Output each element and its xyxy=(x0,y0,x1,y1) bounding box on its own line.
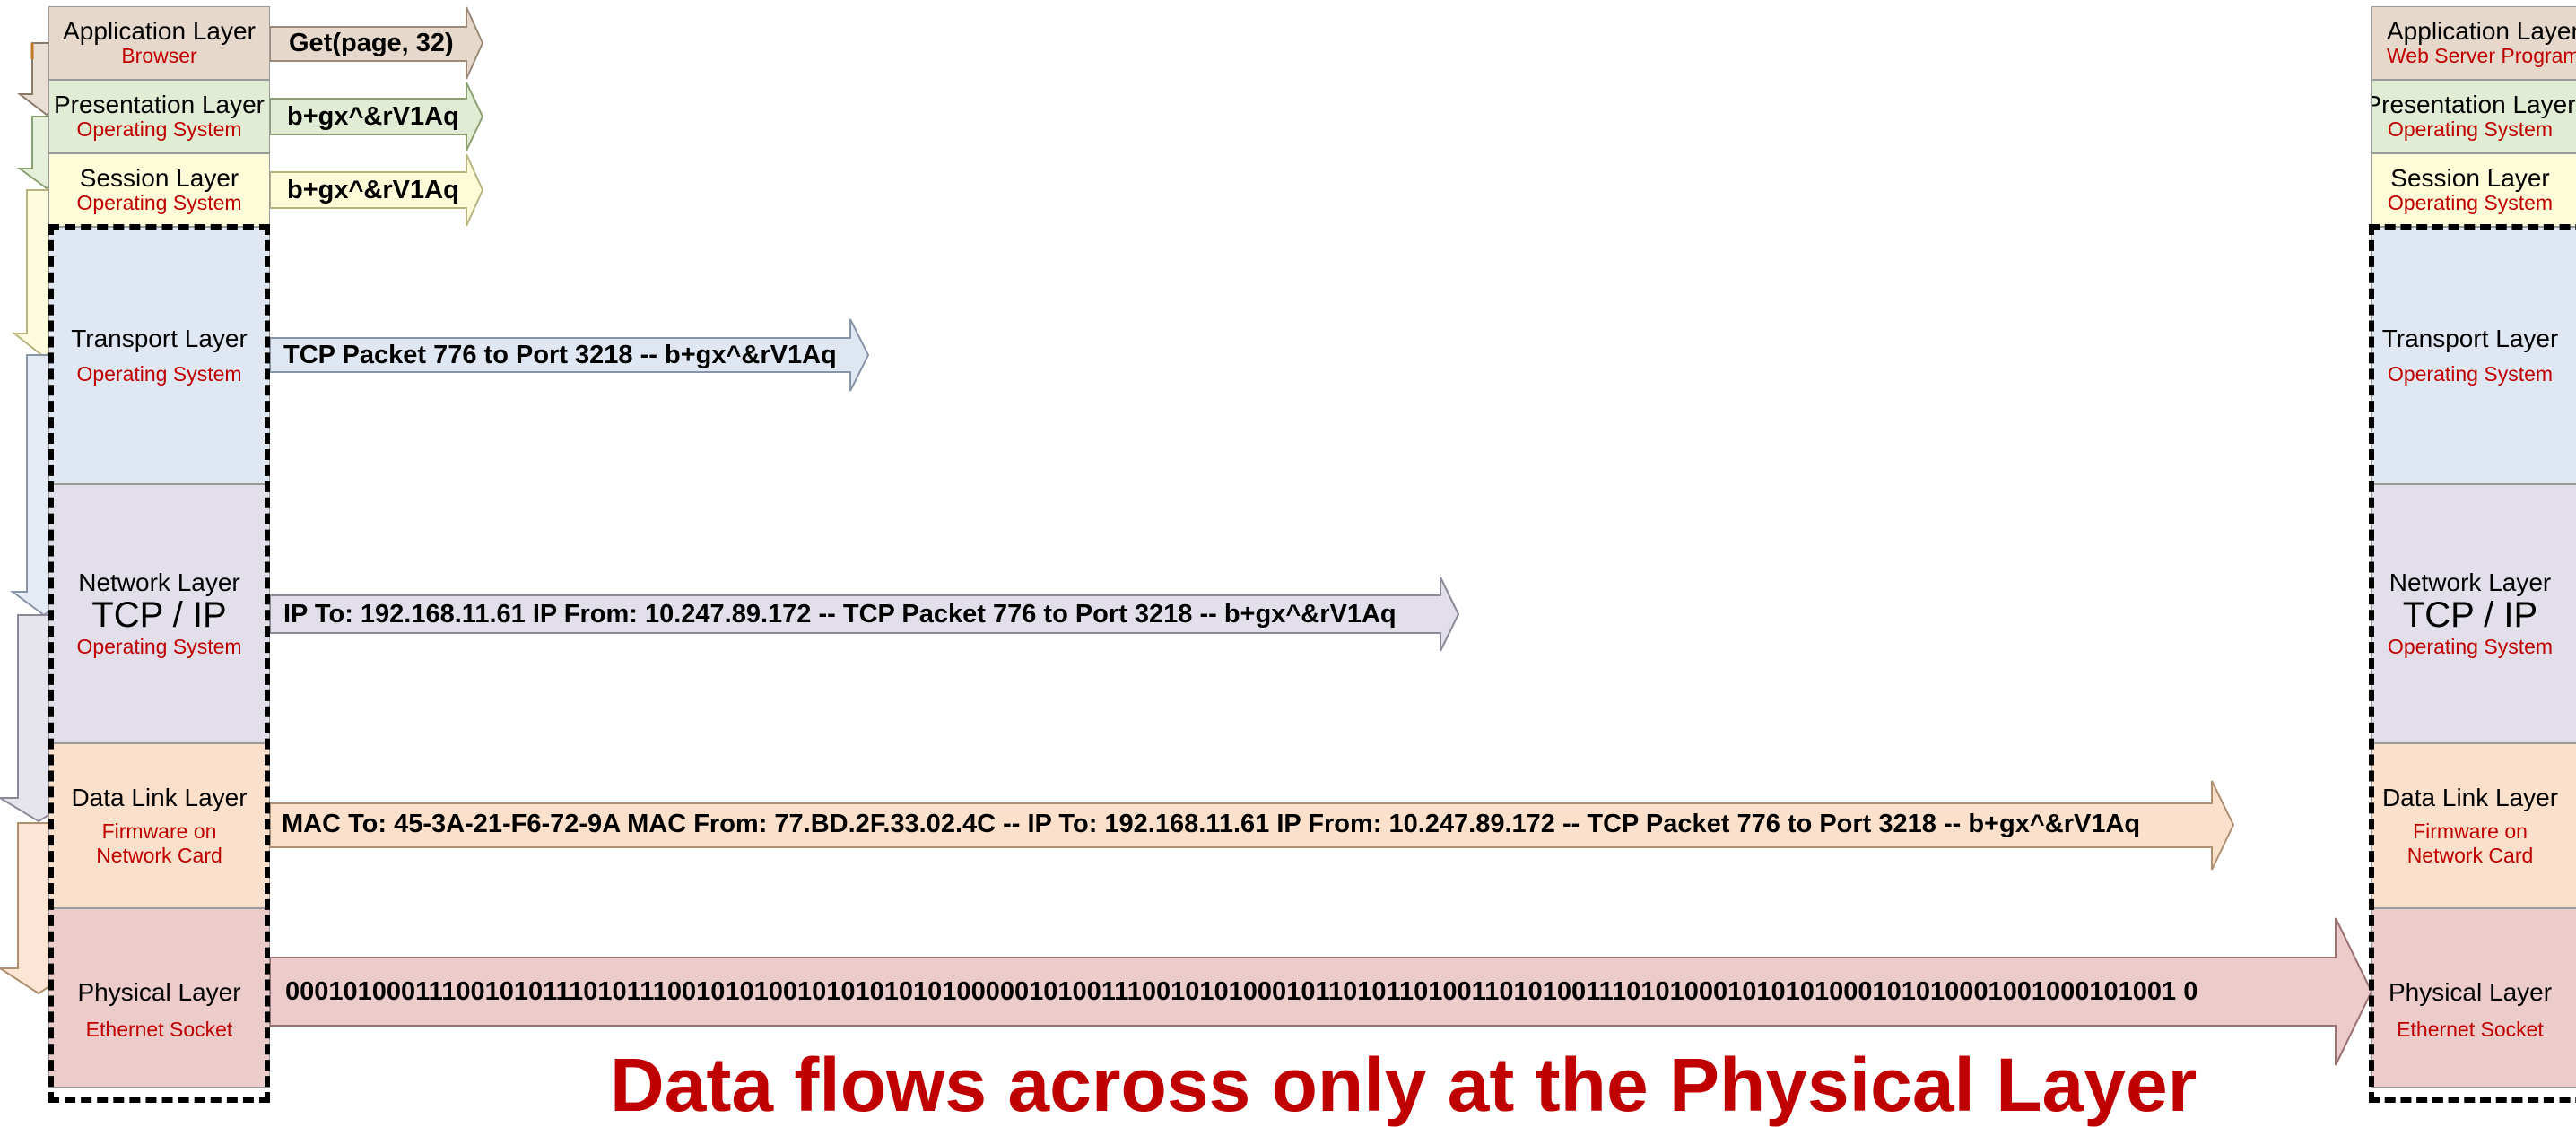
layer-name: Presentation Layer xyxy=(53,91,265,119)
layer-name: Application Layer xyxy=(2387,17,2576,46)
right-transport-layer: Transport Layer Operating System xyxy=(2371,227,2576,484)
right-presentation-layer: Presentation Layer Operating System xyxy=(2371,80,2576,153)
left-physical-layer: Physical Layer Ethernet Socket xyxy=(48,908,270,1088)
session-message: b+gx^&rV1Aq xyxy=(287,176,459,204)
layer-software: Firmware on xyxy=(101,819,217,844)
presentation-message: b+gx^&rV1Aq xyxy=(287,102,459,131)
layer-software: Operating System xyxy=(2387,361,2554,386)
layer-software: Operating System xyxy=(2387,191,2554,215)
layer-name: Application Layer xyxy=(63,17,256,46)
right-network-layer: Network Layer TCP / IP Operating System xyxy=(2371,484,2576,743)
left-session-layer: Session Layer Operating System xyxy=(48,153,270,227)
layer-software: Operating System xyxy=(2387,117,2554,142)
layer-protocol: TCP / IP xyxy=(91,594,227,635)
right-session-layer: Session Layer Operating System xyxy=(2371,153,2576,227)
layer-software: Operating System xyxy=(76,361,242,386)
layer-protocol: TCP / IP xyxy=(2402,594,2538,635)
left-presentation-layer: Presentation Layer Operating System xyxy=(48,80,270,153)
layer-name: Network Layer xyxy=(2389,568,2552,596)
diagram-caption: Data flows across only at the Physical L… xyxy=(610,1043,2197,1127)
diagram-shapes xyxy=(0,6,2373,1066)
layer-name: Session Layer xyxy=(2390,164,2550,193)
left-application-layer: Application Layer Browser xyxy=(48,6,270,80)
left-transport-layer: Transport Layer Operating System xyxy=(48,227,270,484)
layer-software: Web Server Program xyxy=(2387,44,2576,68)
right-application-layer: Application Layer Web Server Program xyxy=(2371,6,2576,80)
left-network-layer: Network Layer TCP / IP Operating System xyxy=(48,484,270,743)
datalink-message: MAC To: 45-3A-21-F6-72-9A MAC From: 77.B… xyxy=(282,810,2141,838)
application-message: Get(page, 32) xyxy=(289,29,454,57)
layer-name: Transport Layer xyxy=(2381,324,2559,352)
layer-name: Physical Layer xyxy=(2388,978,2553,1006)
layer-software: Ethernet Socket xyxy=(2397,1018,2544,1042)
layer-software: Firmware on xyxy=(2413,819,2528,844)
layer-name: Data Link Layer xyxy=(71,783,248,811)
right-physical-layer: Physical Layer Ethernet Socket xyxy=(2371,908,2576,1088)
network-message: IP To: 192.168.11.61 IP From: 10.247.89.… xyxy=(283,600,1397,629)
layer-name: Physical Layer xyxy=(77,978,241,1006)
left-datalink-layer: Data Link Layer Firmware on Network Card xyxy=(48,743,270,908)
right-datalink-layer: Data Link Layer Firmware on Network Card xyxy=(2371,743,2576,908)
layer-software: Browser xyxy=(121,44,197,68)
layer-software-line2: Network Card xyxy=(2406,843,2534,867)
layer-name: Session Layer xyxy=(79,164,239,193)
physical-message: 0001010001110010101110101110010101001010… xyxy=(285,977,2198,1006)
layer-name: Presentation Layer xyxy=(2371,91,2576,119)
layer-name: Network Layer xyxy=(78,568,240,596)
layer-software-line2: Network Card xyxy=(96,843,222,867)
transport-message: TCP Packet 776 to Port 3218 -- b+gx^&rV1… xyxy=(283,341,837,369)
layer-software: Operating System xyxy=(76,191,242,215)
layer-software: Operating System xyxy=(2387,634,2554,658)
layer-software: Operating System xyxy=(76,117,242,142)
layer-name: Transport Layer xyxy=(71,324,248,352)
layer-name: Data Link Layer xyxy=(2381,783,2559,811)
layer-software: Operating System xyxy=(76,634,242,658)
layer-software: Ethernet Socket xyxy=(85,1018,233,1042)
